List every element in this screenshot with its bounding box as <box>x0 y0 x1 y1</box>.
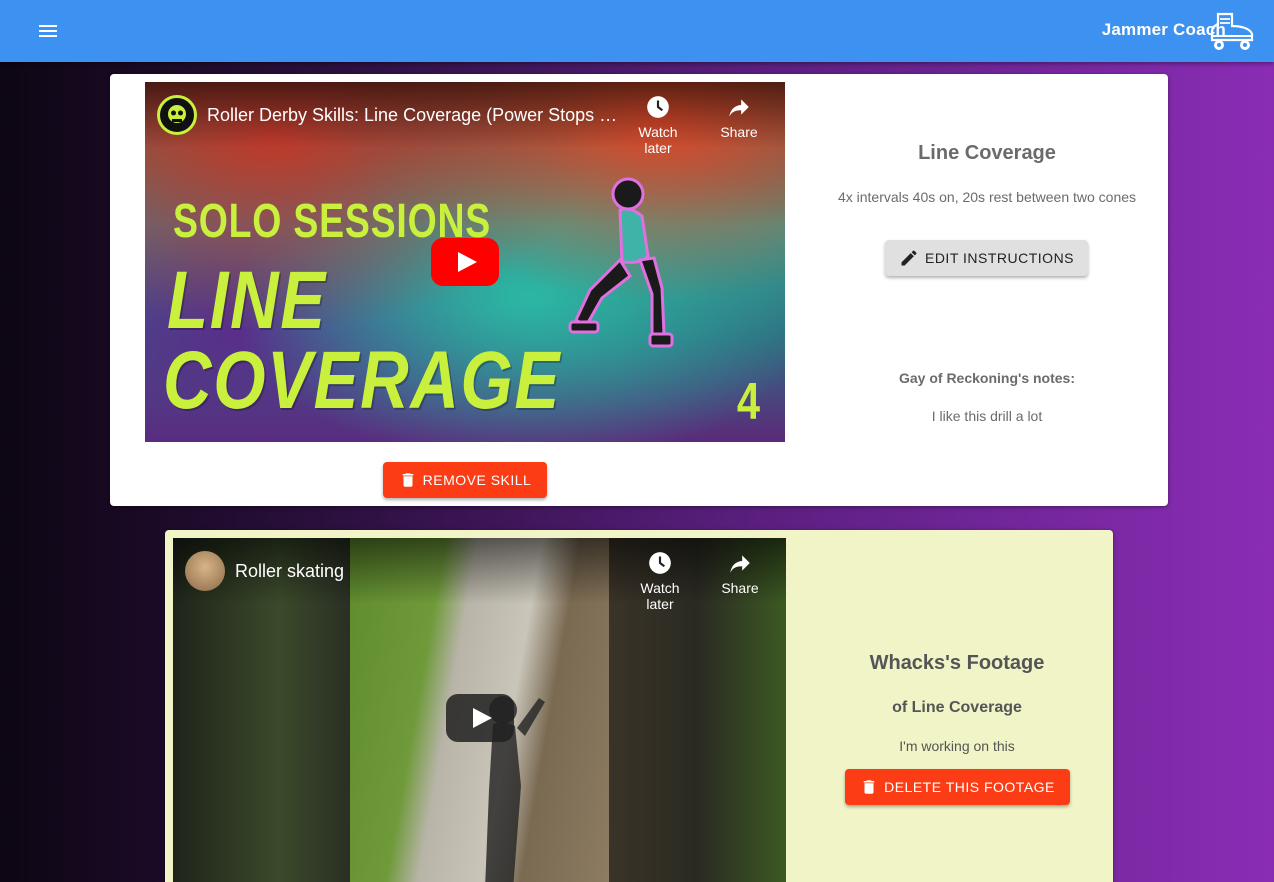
delete-footage-button[interactable]: DELETE THIS FOOTAGE <box>845 769 1070 805</box>
trash-icon <box>402 473 413 487</box>
share-arrow-icon <box>729 99 749 117</box>
pencil-icon <box>901 250 917 266</box>
thumbnail-coverage-text: COVERAGE <box>163 335 561 426</box>
share-arrow-icon <box>730 555 750 573</box>
share-button[interactable]: Share <box>705 550 775 596</box>
footage-card: Roller skating Watch later Share Whacks'… <box>165 530 1113 882</box>
channel-avatar[interactable] <box>157 95 197 135</box>
watch-later-label: Watch later <box>640 580 680 612</box>
menu-icon[interactable] <box>36 19 60 43</box>
skill-title: Line Coverage <box>918 142 1056 164</box>
share-label: Share <box>720 124 758 140</box>
trash-icon <box>863 780 875 794</box>
roller-skate-icon <box>1206 10 1258 52</box>
footage-info-panel: Whacks's Footage of Line Coverage I'm wo… <box>805 530 1109 882</box>
notes-text: I like this drill a lot <box>931 408 1043 424</box>
notes-heading: Gay of Reckoning's notes: <box>898 370 1076 386</box>
skill-description: 4x intervals 40s on, 20s rest between tw… <box>837 189 1137 205</box>
watch-later-button[interactable]: Watch later <box>625 550 695 612</box>
skill-info-panel: Line Coverage 4x intervals 40s on, 20s r… <box>810 74 1164 506</box>
watch-later-label: Watch later <box>638 124 678 156</box>
clock-icon <box>649 552 671 574</box>
video-title[interactable]: Roller skating <box>235 561 344 582</box>
edit-instructions-label: EDIT INSTRUCTIONS <box>924 250 1075 266</box>
remove-skill-label: REMOVE SKILL <box>422 472 532 488</box>
footage-title: Whacks's Footage <box>869 652 1045 674</box>
footage-subtitle: of Line Coverage <box>892 699 1022 716</box>
share-button[interactable]: Share <box>704 94 774 140</box>
play-icon[interactable] <box>431 238 499 286</box>
footage-note: I'm working on this <box>899 738 1015 754</box>
share-label: Share <box>721 580 759 596</box>
channel-avatar[interactable] <box>185 551 225 591</box>
thumbnail-number: 4 <box>736 373 761 431</box>
remove-skill-button[interactable]: REMOVE SKILL <box>383 462 547 498</box>
skill-video-player[interactable]: SOLO SESSIONS LINE COVERAGE 4 Roller Der… <box>145 82 785 442</box>
watch-later-button[interactable]: Watch later <box>623 94 693 156</box>
skill-card: SOLO SESSIONS LINE COVERAGE 4 Roller Der… <box>110 74 1168 506</box>
delete-footage-label: DELETE THIS FOOTAGE <box>884 779 1055 795</box>
skater-figure <box>568 177 674 348</box>
video-title[interactable]: Roller Derby Skills: Line Coverage (Powe… <box>207 105 627 126</box>
clock-icon <box>647 96 669 118</box>
app-bar: Jammer Coach <box>0 0 1274 62</box>
edit-instructions-button[interactable]: EDIT INSTRUCTIONS <box>885 240 1088 276</box>
footage-video-player[interactable]: Roller skating Watch later Share <box>173 538 786 882</box>
play-icon[interactable] <box>446 694 514 742</box>
